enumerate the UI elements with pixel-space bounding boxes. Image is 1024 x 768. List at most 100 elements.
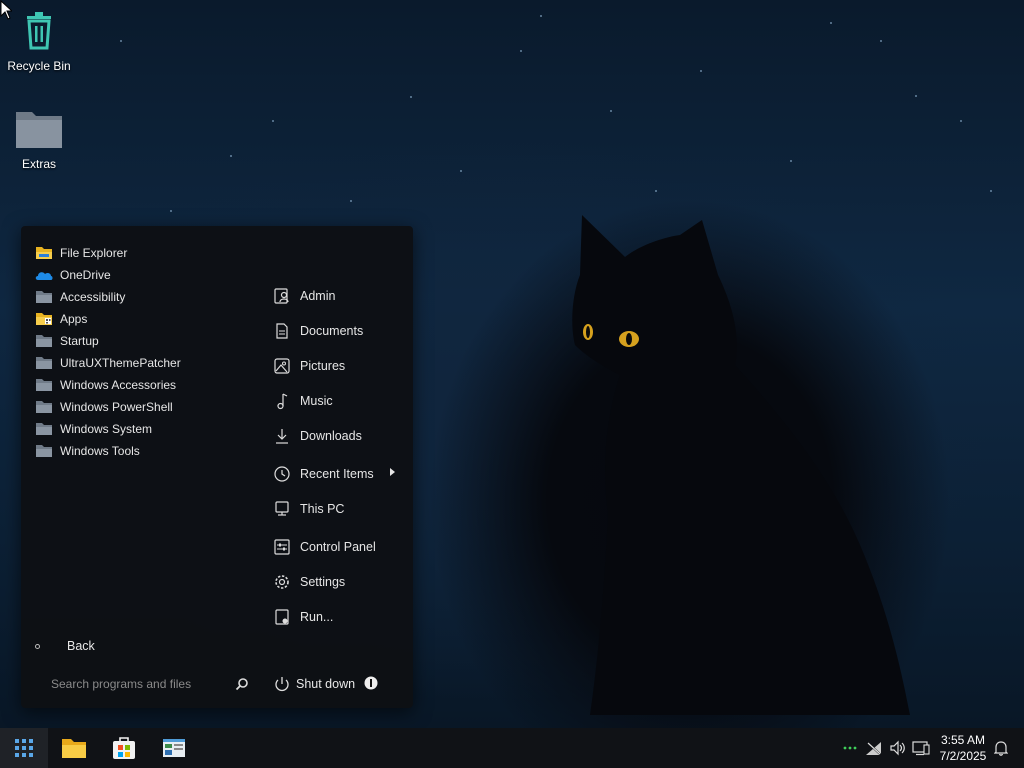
tray-overflow[interactable] — [840, 728, 860, 768]
program-windows-system[interactable]: Windows System — [35, 418, 250, 440]
place-music[interactable]: Music — [273, 383, 403, 418]
picture-icon — [274, 357, 290, 374]
program-accessibility[interactable]: Accessibility — [35, 286, 250, 308]
file-explorer-icon — [62, 739, 86, 758]
place-label: Downloads — [300, 428, 362, 443]
tray-display[interactable] — [911, 728, 931, 768]
user-icon — [274, 287, 289, 304]
place-pictures[interactable]: Pictures — [273, 348, 403, 383]
program-label: Windows Accessories — [60, 378, 177, 392]
folder-icon — [36, 291, 52, 303]
program-label: Apps — [60, 312, 88, 326]
place-label: Music — [300, 393, 333, 408]
start-button[interactable] — [0, 728, 48, 768]
extras-folder-desktop-icon[interactable]: Extras — [4, 108, 74, 171]
place-downloads[interactable]: Downloads — [273, 418, 403, 453]
program-apps[interactable]: Apps — [35, 308, 250, 330]
folder-icon — [36, 335, 52, 347]
program-label: Windows System — [60, 422, 153, 436]
shutdown-button[interactable]: Shut down — [273, 672, 355, 696]
folder-icon — [36, 379, 52, 391]
program-file-explorer[interactable]: File Explorer — [35, 242, 250, 264]
clock-icon — [274, 465, 290, 482]
apps-folder-icon — [36, 313, 52, 325]
onedrive-icon — [35, 272, 53, 280]
folder-icon — [36, 401, 52, 413]
place-this-pc[interactable]: This PC — [273, 491, 403, 526]
computer-icon — [275, 500, 289, 516]
music-icon — [277, 392, 288, 409]
place-label: Pictures — [300, 358, 346, 373]
cat-silhouette — [572, 215, 910, 715]
tray-notifications[interactable] — [992, 728, 1010, 768]
program-ultrauxthemepatcher[interactable]: UltraUXThemePatcher — [35, 352, 250, 374]
shutdown-options-icon[interactable] — [364, 676, 378, 690]
place-label: Recent Items — [300, 466, 374, 481]
taskbar-file-explorer[interactable] — [50, 728, 98, 768]
place-label: Settings — [300, 574, 346, 589]
program-label: Windows Tools — [60, 444, 140, 458]
folder-icon — [36, 423, 52, 435]
program-label: UltraUXThemePatcher — [60, 356, 181, 370]
run-icon — [275, 608, 289, 625]
more-icon — [843, 746, 857, 750]
mouse-cursor-icon — [0, 0, 12, 20]
start-icon — [15, 739, 33, 757]
taskbar-control-panel[interactable] — [150, 728, 198, 768]
place-label: Admin — [300, 288, 336, 303]
shutdown-label: Shut down — [296, 677, 356, 691]
place-label: Control Panel — [300, 539, 376, 554]
volume-icon — [890, 740, 905, 756]
clock-date: 7/2/2025 — [939, 749, 987, 763]
taskbar-store[interactable] — [100, 728, 148, 768]
search-icon[interactable] — [235, 677, 249, 691]
recycle-bin-desktop-icon[interactable]: Recycle Bin — [4, 10, 74, 73]
submenu-arrow-icon — [390, 468, 395, 476]
places-list: Admin Documents Pictures Music Downloads… — [273, 278, 403, 634]
control-panel-icon — [274, 538, 290, 555]
start-menu: File Explorer OneDrive Accessibility App… — [21, 226, 413, 708]
place-label: Documents — [300, 323, 364, 338]
program-windows-powershell[interactable]: Windows PowerShell — [35, 396, 250, 418]
back-button[interactable]: Back — [35, 638, 95, 654]
taskbar: 3:55 AM 7/2/2025 — [0, 728, 1024, 768]
display-icon — [912, 741, 930, 756]
folder-icon — [16, 112, 62, 148]
network-disconnected-icon — [866, 741, 882, 756]
program-startup[interactable]: Startup — [35, 330, 250, 352]
file-explorer-icon — [36, 247, 52, 259]
extras-label: Extras — [21, 157, 56, 171]
recycle-bin-label: Recycle Bin — [7, 59, 71, 73]
store-icon — [113, 737, 135, 759]
place-label: This PC — [300, 501, 345, 516]
place-run[interactable]: Run... — [273, 599, 403, 634]
program-label: Accessibility — [60, 290, 126, 304]
program-windows-tools[interactable]: Windows Tools — [35, 440, 250, 462]
clock-time: 3:55 AM — [940, 733, 986, 747]
back-label: Back — [67, 639, 95, 653]
program-label: File Explorer — [60, 246, 128, 260]
program-onedrive[interactable]: OneDrive — [35, 264, 250, 286]
power-icon — [275, 677, 289, 692]
taskbar-clock[interactable]: 3:55 AM 7/2/2025 — [932, 732, 994, 764]
place-admin[interactable]: Admin — [273, 278, 403, 313]
search-input[interactable]: Search programs and files — [43, 677, 235, 691]
tray-volume[interactable] — [888, 728, 908, 768]
place-control-panel[interactable]: Control Panel — [273, 529, 403, 564]
gear-icon — [275, 574, 289, 589]
place-documents[interactable]: Documents — [273, 313, 403, 348]
place-label: Run... — [300, 609, 334, 624]
place-settings[interactable]: Settings — [273, 564, 403, 599]
download-icon — [276, 428, 288, 444]
tray-network[interactable] — [864, 728, 884, 768]
program-label: Startup — [60, 334, 99, 348]
programs-list: File Explorer OneDrive Accessibility App… — [35, 242, 250, 462]
document-icon — [276, 322, 288, 339]
folder-icon — [36, 445, 52, 457]
program-windows-accessories[interactable]: Windows Accessories — [35, 374, 250, 396]
search-box[interactable]: Search programs and files — [43, 670, 249, 698]
notification-bell-icon — [994, 741, 1008, 756]
back-dot-icon — [35, 643, 40, 649]
place-recent-items[interactable]: Recent Items — [273, 456, 403, 491]
recycle-bin-icon — [27, 12, 51, 50]
